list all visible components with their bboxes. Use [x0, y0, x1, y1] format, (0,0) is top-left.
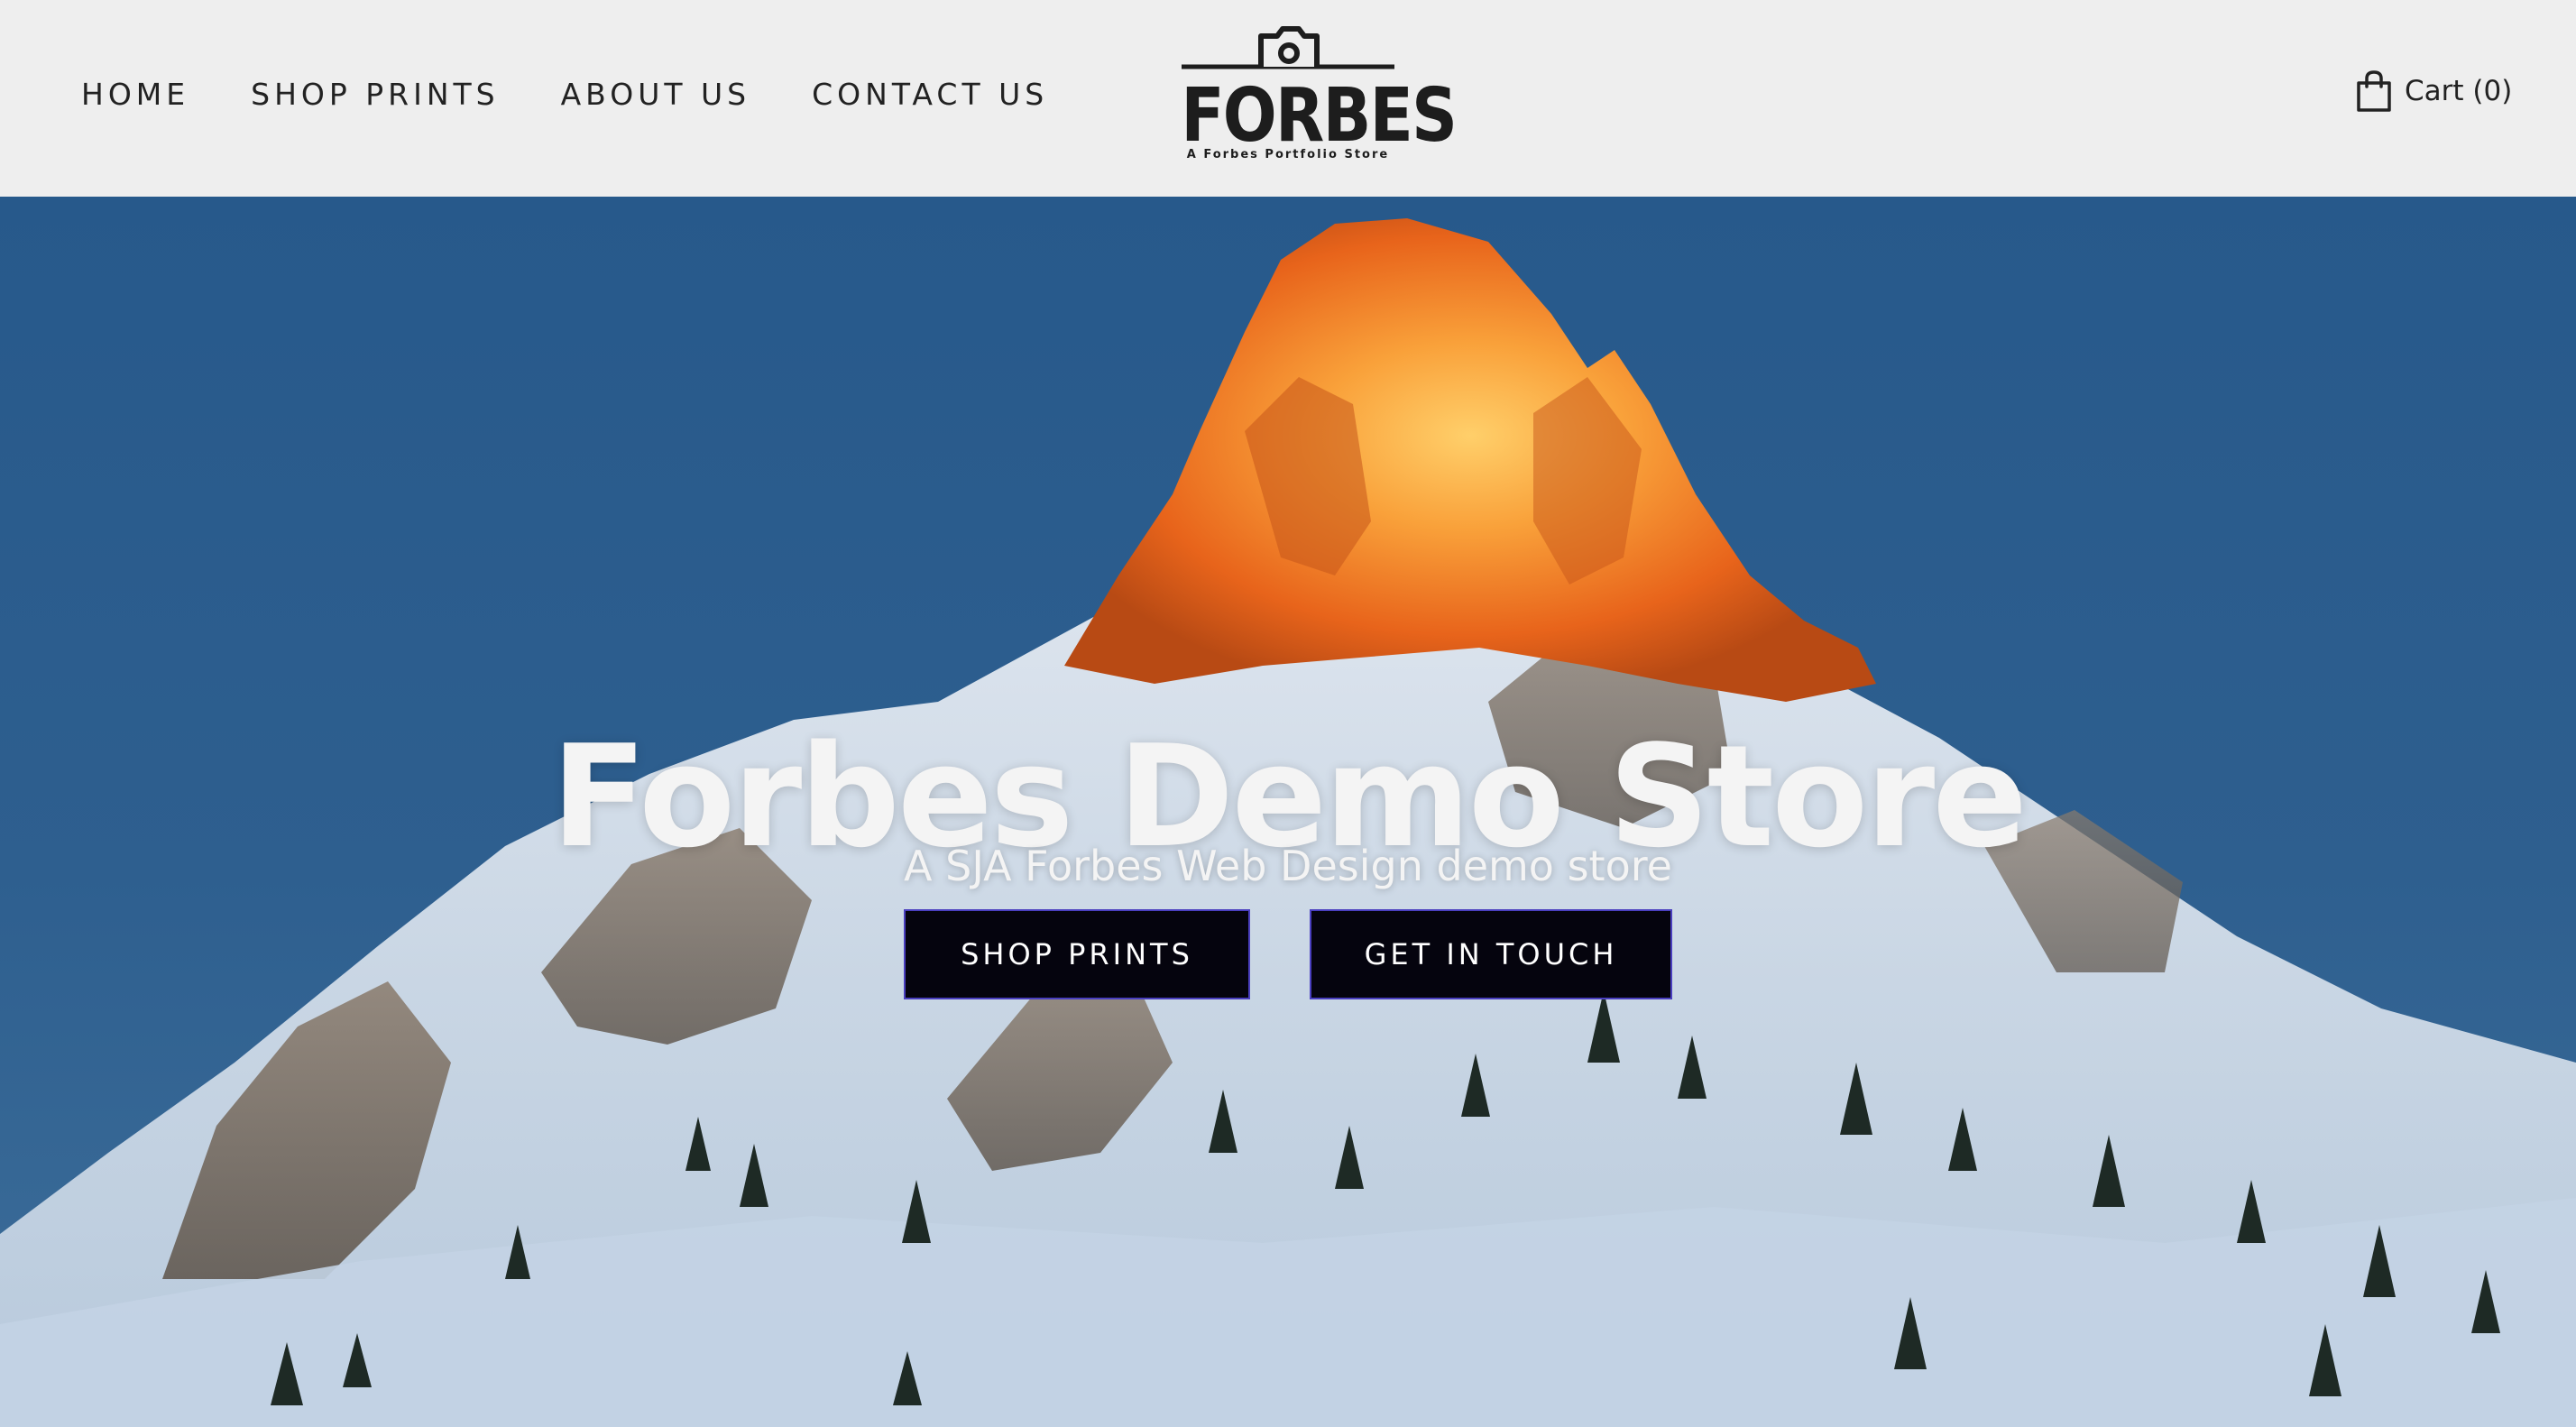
- cart-label: Cart (0): [2405, 75, 2513, 107]
- site-logo[interactable]: FORBES A Forbes Portfolio Store: [1164, 23, 1458, 168]
- hero-banner: Forbes Demo Store A SJA Forbes Web Desig…: [0, 197, 2576, 1427]
- logo-wordmark: FORBES: [1181, 73, 1458, 159]
- nav-about-us-link[interactable]: ABOUT US: [561, 74, 751, 115]
- nav-home-link[interactable]: HOME: [81, 74, 189, 115]
- logo-tagline: A Forbes Portfolio Store: [1186, 148, 1390, 161]
- get-in-touch-button[interactable]: GET IN TOUCH: [1310, 909, 1672, 999]
- nav-contact-us-link[interactable]: CONTACT US: [812, 74, 1048, 115]
- nav-shop-prints-link[interactable]: SHOP PRINTS: [251, 74, 499, 115]
- main-nav: HOME SHOP PRINTS ABOUT US CONTACT US: [81, 74, 1109, 115]
- site-header: HOME SHOP PRINTS ABOUT US CONTACT US FOR…: [0, 0, 2576, 197]
- shopping-bag-icon: [2357, 70, 2391, 112]
- hero-button-group: SHOP PRINTS GET IN TOUCH: [904, 909, 1672, 999]
- hero-subtitle: A SJA Forbes Web Design demo store: [904, 842, 1672, 890]
- cart-link[interactable]: Cart (0): [2356, 70, 2512, 112]
- shop-prints-button[interactable]: SHOP PRINTS: [904, 909, 1250, 999]
